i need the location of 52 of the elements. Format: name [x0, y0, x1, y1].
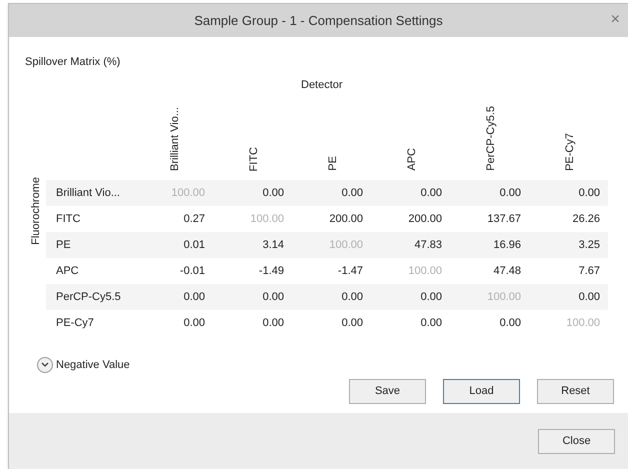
row-header: PerCP-Cy5.5 [55, 290, 122, 305]
window-title: Sample Group - 1 - Compensation Settings [194, 12, 443, 30]
column-header: FITC [246, 146, 260, 171]
matrix-cell[interactable]: 7.67 [521, 262, 600, 280]
expander-label[interactable]: Negative Value [56, 357, 130, 374]
matrix-cell[interactable]: 3.14 [205, 236, 284, 254]
matrix-cell[interactable]: 0.00 [205, 288, 284, 306]
matrix-cell[interactable]: 200.00 [284, 210, 363, 228]
matrix-cell[interactable]: 0.27 [126, 210, 205, 228]
matrix-cell[interactable]: -0.01 [126, 262, 205, 280]
column-header: PerCP-Cy5.5 [484, 106, 498, 171]
axis-label: Detector [301, 78, 343, 93]
dialog-button[interactable]: Close [538, 428, 615, 454]
column-header: APC [404, 148, 418, 171]
matrix-cell[interactable]: 0.00 [521, 184, 600, 202]
matrix-cell[interactable]: 0.00 [284, 288, 363, 306]
matrix-cell[interactable]: -1.49 [205, 262, 284, 280]
axis-label: Fluorochrome [29, 177, 43, 245]
section-title: Spillover Matrix (%) [25, 55, 120, 70]
matrix-cell[interactable]: 0.00 [205, 184, 284, 202]
matrix-cell[interactable]: 47.83 [363, 236, 442, 254]
matrix-cell[interactable]: 0.00 [363, 184, 442, 202]
matrix-cell[interactable]: 0.01 [126, 236, 205, 254]
dialog-button[interactable]: Reset [537, 379, 614, 404]
matrix-cell[interactable]: 0.00 [126, 314, 205, 332]
matrix-cell[interactable]: 3.25 [521, 236, 600, 254]
dialog-button[interactable]: Load [443, 379, 520, 404]
column-header: PE-Cy7 [562, 133, 576, 171]
matrix-cell[interactable]: -1.47 [284, 262, 363, 280]
chevron-icon[interactable] [37, 357, 53, 374]
matrix-cell[interactable]: 0.00 [284, 184, 363, 202]
row-header: PE [55, 238, 72, 253]
row-header: APC [55, 264, 80, 279]
row-header: PE-Cy7 [55, 316, 95, 331]
column-header: Brilliant Vio... [168, 107, 182, 171]
row-header: Brilliant Vio... [55, 186, 121, 201]
matrix-cell[interactable]: 137.67 [442, 210, 521, 228]
matrix-cell[interactable]: 0.00 [442, 314, 521, 332]
matrix-cell[interactable]: 0.00 [363, 314, 442, 332]
matrix-cell[interactable]: 0.00 [205, 314, 284, 332]
matrix-cell[interactable]: 0.00 [363, 288, 442, 306]
dialog-button[interactable]: Save [349, 379, 426, 404]
column-header: PE [326, 156, 340, 171]
matrix-cell[interactable]: 16.96 [442, 236, 521, 254]
matrix-cell[interactable]: 0.00 [284, 314, 363, 332]
row-header: FITC [55, 212, 82, 227]
matrix-cell[interactable]: 200.00 [363, 210, 442, 228]
matrix-cell[interactable]: 26.26 [521, 210, 600, 228]
matrix-cell[interactable]: 47.48 [442, 262, 521, 280]
matrix-cell[interactable]: 0.00 [442, 184, 521, 202]
matrix-cell[interactable]: 0.00 [126, 288, 205, 306]
matrix-cell[interactable]: 0.00 [521, 288, 600, 306]
